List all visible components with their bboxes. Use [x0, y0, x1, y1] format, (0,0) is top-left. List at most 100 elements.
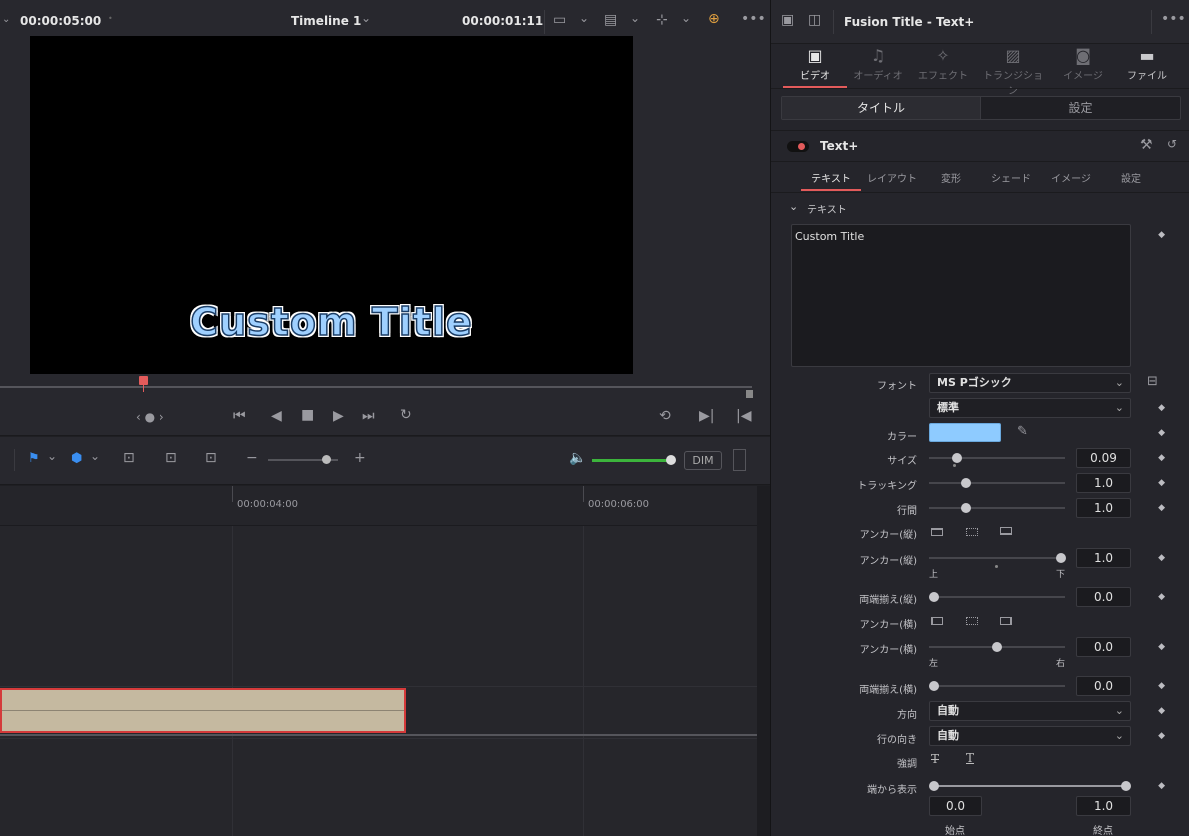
viewer-size-icon[interactable]: ▭ — [553, 12, 566, 28]
more-icon[interactable]: ••• — [741, 11, 766, 27]
write-on-start-input[interactable]: 0.0 — [929, 796, 982, 816]
justify-v-input[interactable]: 0.0 — [1076, 587, 1131, 607]
skip-to-start-icon[interactable]: ⏮ — [233, 408, 246, 424]
chevron-down-icon[interactable]: ⌄ — [630, 11, 640, 25]
keyframe-diamond-icon[interactable]: ◆ — [1158, 706, 1165, 716]
underline-icon[interactable]: T — [966, 751, 974, 765]
font-dropdown[interactable]: MS Pゴシック ⌄ — [929, 373, 1131, 393]
keyframe-diamond-icon[interactable]: ◆ — [1158, 592, 1165, 602]
reset-icon[interactable]: ↺ — [1167, 137, 1177, 151]
zoom-custom-icon[interactable]: ⊡ — [205, 450, 217, 466]
chevron-down-icon[interactable]: ⌄ — [2, 14, 10, 25]
loop-icon[interactable]: ↻ — [400, 407, 412, 423]
zoom-in-icon[interactable]: + — [354, 450, 366, 466]
keyframe-diamond-icon[interactable]: ◆ — [1158, 731, 1165, 741]
volume-slider[interactable] — [592, 459, 670, 462]
keyframe-diamond-icon[interactable]: ◆ — [1158, 478, 1165, 488]
keyframe-diamond-icon[interactable]: ◆ — [1158, 230, 1165, 240]
stop-icon[interactable]: ■ — [301, 407, 314, 423]
anchor-v-slider-knob[interactable] — [1056, 553, 1066, 563]
line-spacing-slider[interactable] — [929, 507, 1065, 509]
volume-knob[interactable] — [666, 455, 676, 465]
anchor-h-slider-knob[interactable] — [992, 642, 1002, 652]
justify-v-slider-knob[interactable] — [929, 592, 939, 602]
zoom-detail-icon[interactable]: ⊡ — [165, 450, 177, 466]
line-spacing-input[interactable]: 1.0 — [1076, 498, 1131, 518]
timeline-ruler[interactable]: 00:00:04:00 00:00:06:00 — [0, 486, 757, 526]
chevron-down-icon[interactable]: ⌄ — [681, 11, 691, 25]
line-direction-dropdown[interactable]: 自動 ⌄ — [929, 726, 1131, 746]
tab-video[interactable]: ▣ ビデオ — [783, 44, 847, 88]
timeline-scrollbar[interactable] — [757, 486, 770, 836]
justify-h-slider[interactable] — [929, 685, 1065, 687]
font-browser-icon[interactable]: ⊟ — [1147, 374, 1158, 389]
keyframe-diamond-icon[interactable]: ◆ — [1158, 553, 1165, 563]
chevron-down-icon[interactable]: ⌄ — [90, 449, 100, 463]
write-on-range-slider[interactable] — [931, 785, 1127, 787]
jog-control[interactable]: ‹ ● › — [136, 410, 164, 424]
chevron-down-icon[interactable]: ⌄ — [579, 11, 589, 25]
subtab-transform[interactable]: 変形 — [921, 170, 981, 185]
tab-transition[interactable]: ▨ トランジション — [981, 44, 1045, 97]
keyframe-diamond-icon[interactable]: ◆ — [1158, 428, 1165, 438]
tab-file[interactable]: ▬ ファイル — [1117, 44, 1177, 88]
seg-tab-title[interactable]: タイトル — [782, 97, 980, 119]
size-slider-knob[interactable] — [952, 453, 962, 463]
tab-audio[interactable]: ♫ オーディオ — [848, 44, 908, 88]
anchor-top-icon[interactable] — [931, 528, 943, 536]
subtab-layout[interactable]: レイアウト — [862, 170, 922, 185]
size-slider[interactable] — [929, 457, 1065, 459]
anchor-v-input[interactable]: 1.0 — [1076, 548, 1131, 568]
image-icon[interactable]: ▣ — [781, 12, 794, 28]
style-dropdown[interactable]: 標準 ⌄ — [929, 398, 1131, 418]
flag-icon[interactable]: ⚑ — [28, 451, 40, 466]
seg-tab-settings[interactable]: 設定 — [981, 97, 1180, 119]
keyframe-diamond-icon[interactable]: ◆ — [1158, 642, 1165, 652]
size-input[interactable]: 0.09 — [1076, 448, 1131, 468]
zoom-slider-knob[interactable] — [322, 455, 331, 464]
tracking-slider-knob[interactable] — [961, 478, 971, 488]
keyframe-diamond-icon[interactable]: ◆ — [1158, 503, 1165, 513]
keyframe-diamond-icon[interactable]: ◆ — [1158, 781, 1165, 791]
node-toggle[interactable] — [787, 141, 809, 152]
write-on-start-knob[interactable] — [929, 781, 939, 791]
title-clip[interactable] — [0, 688, 406, 733]
magic-wand-icon[interactable]: ⚒ — [1140, 137, 1153, 153]
line-spacing-slider-knob[interactable] — [961, 503, 971, 513]
tracking-input[interactable]: 1.0 — [1076, 473, 1131, 493]
tab-effects[interactable]: ✧ エフェクト — [913, 44, 973, 88]
timeline-tracks[interactable] — [0, 526, 770, 836]
tab-image[interactable]: ◙ イメージ — [1053, 44, 1113, 88]
justify-h-input[interactable]: 0.0 — [1076, 676, 1131, 696]
transform-icon[interactable]: ⊹ — [656, 12, 668, 28]
keyframe-diamond-icon[interactable]: ◆ — [1158, 403, 1165, 413]
anchor-right-icon[interactable] — [1000, 617, 1012, 625]
anchor-left-icon[interactable] — [931, 617, 943, 625]
more-icon[interactable]: ••• — [1161, 11, 1186, 27]
justify-v-slider[interactable] — [929, 596, 1065, 598]
strikethrough-icon[interactable]: T — [931, 752, 939, 766]
keyframe-diamond-icon[interactable]: ◆ — [1158, 681, 1165, 691]
next-clip-icon[interactable]: ▶| — [699, 408, 714, 424]
subtab-text[interactable]: テキスト — [801, 170, 861, 185]
direction-dropdown[interactable]: 自動 ⌄ — [929, 701, 1131, 721]
zoom-out-icon[interactable]: − — [246, 450, 258, 466]
write-on-end-input[interactable]: 1.0 — [1076, 796, 1131, 816]
collapse-chevron-icon[interactable]: ⌄ — [789, 200, 798, 213]
subtab-shade[interactable]: シェード — [981, 170, 1041, 185]
skip-to-end-icon[interactable]: ⏭ — [362, 408, 375, 424]
justify-h-slider-knob[interactable] — [929, 681, 939, 691]
write-on-end-knob[interactable] — [1121, 781, 1131, 791]
tracking-slider[interactable] — [929, 482, 1065, 484]
anchor-v-slider[interactable] — [929, 557, 1065, 559]
dim-button[interactable]: DIM — [684, 451, 722, 470]
chevron-down-icon[interactable]: ⌄ — [361, 11, 371, 25]
speaker-icon[interactable]: 🔈 — [569, 450, 586, 466]
out-point-handle[interactable] — [746, 390, 753, 398]
anchor-h-input[interactable]: 0.0 — [1076, 637, 1131, 657]
zoom-full-icon[interactable]: ⊡ — [123, 450, 135, 466]
text-edit-field[interactable]: Custom Title — [791, 224, 1131, 367]
marker-icon[interactable]: ⬢ — [71, 451, 82, 466]
quality-icon[interactable]: ▤ — [604, 12, 617, 28]
subtab-settings[interactable]: 設定 — [1101, 170, 1161, 185]
